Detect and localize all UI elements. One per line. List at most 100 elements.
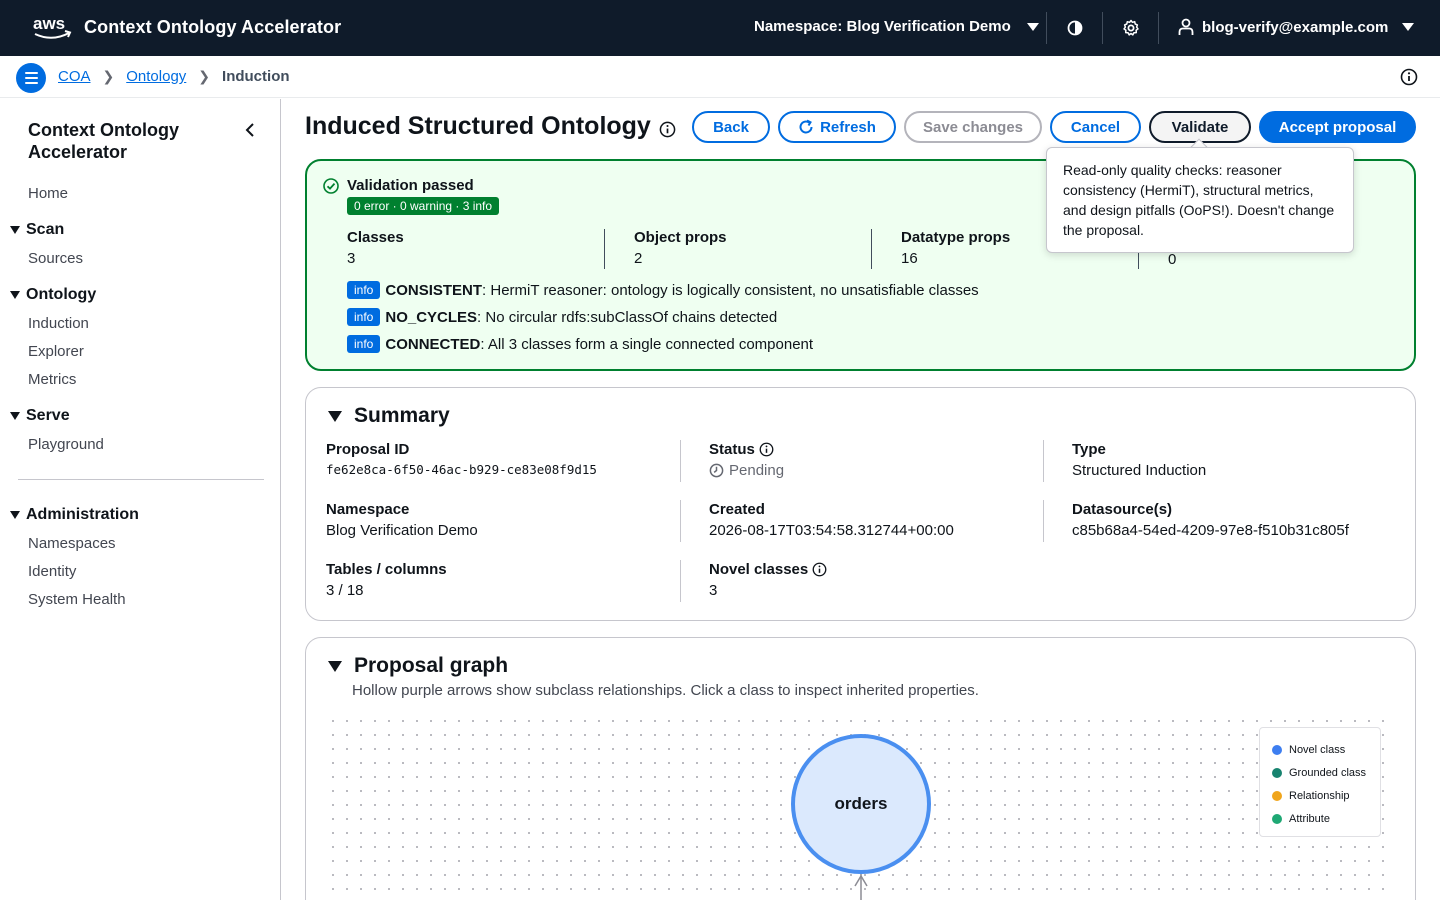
summary-toggle[interactable]: Summary: [328, 404, 450, 428]
datasource-field: Datasource(s) c85b68a4-54ed-4209-97e8-f5…: [1072, 501, 1349, 539]
summary-container: Summary Proposal ID fe62e8ca-6f50-46ac-b…: [305, 387, 1416, 621]
side-navigation: Context Ontology Accelerator Home Scan S…: [0, 99, 281, 900]
caret-down-icon: [10, 291, 20, 299]
field-label: Namespace: [326, 501, 410, 518]
page-title: Induced Structured Ontology: [305, 112, 676, 141]
status-value: Pending: [729, 462, 785, 479]
metric-label: Datatype props: [901, 229, 1011, 246]
divider: [1158, 12, 1159, 44]
refresh-button[interactable]: Refresh: [778, 111, 896, 143]
divider: [1102, 12, 1103, 44]
tables-field: Tables / columns 3 / 18: [326, 561, 447, 599]
chevron-right-icon: ❯: [198, 68, 211, 84]
graph-node-orders[interactable]: orders: [791, 734, 931, 874]
app-title[interactable]: Context Ontology Accelerator: [84, 17, 341, 38]
sidebar-divider: [18, 479, 264, 480]
aws-logo-icon[interactable]: aws: [32, 12, 74, 42]
namespace-select-label: Namespace: Blog Verification Demo: [754, 18, 1011, 35]
attribute-dot-icon: [1272, 813, 1282, 824]
top-navigation: aws Context Ontology Accelerator Namespa…: [0, 0, 1440, 56]
sidebar-item-sources[interactable]: Sources: [28, 250, 83, 267]
user-icon: [1178, 18, 1194, 35]
chevron-right-icon: ❯: [102, 68, 115, 84]
metric-value: 3: [347, 250, 356, 267]
info-badge: info: [347, 308, 381, 326]
datasource-value: c85b68a4-54ed-4209-97e8-f510b31c805f: [1072, 522, 1349, 539]
divider: [604, 229, 605, 269]
namespace-field: Namespace Blog Verification Demo: [326, 501, 478, 539]
grounded-class-dot-icon: [1272, 767, 1282, 778]
info-badge: info: [347, 335, 381, 353]
caret-down-icon: [328, 410, 342, 422]
sidebar-item-home[interactable]: Home: [28, 185, 68, 202]
info-icon[interactable]: [659, 121, 676, 138]
novel-classes-value: 3: [709, 582, 718, 599]
info-icon[interactable]: [759, 442, 774, 457]
created-field: Created 2026-08-17T03:54:58.312744+00:00: [709, 501, 954, 539]
check-code: CONNECTED: [385, 335, 481, 353]
check-row: info CONNECTED: All 3 classes form a sin…: [347, 335, 813, 353]
sidebar-item-metrics[interactable]: Metrics: [28, 371, 76, 388]
novel-classes-label: Novel classes: [709, 561, 809, 578]
legend-item: Novel class: [1272, 738, 1368, 761]
cancel-button[interactable]: Cancel: [1050, 111, 1141, 143]
accept-proposal-button[interactable]: Accept proposal: [1259, 111, 1416, 143]
validate-tooltip: Read-only quality checks: reasoner consi…: [1046, 147, 1354, 253]
sidebar-item-induction[interactable]: Induction: [28, 315, 89, 332]
metric-object-props: Object props 2: [634, 229, 727, 271]
metric-label: Object props: [634, 229, 727, 246]
collapse-sidebar-icon[interactable]: [244, 123, 256, 137]
success-check-icon: [323, 177, 339, 194]
validate-button[interactable]: Validate: [1149, 111, 1251, 143]
status-badge: Pending: [709, 462, 784, 479]
theme-toggle-icon[interactable]: [1065, 18, 1085, 38]
legend-item: Grounded class: [1272, 761, 1368, 784]
sidebar-item-system-health[interactable]: System Health: [28, 591, 126, 608]
legend-label: Novel class: [1289, 743, 1346, 756]
sidebar-section-ontology[interactable]: Ontology: [10, 286, 96, 304]
divider: [1043, 440, 1044, 482]
user-email: blog-verify@example.com: [1202, 18, 1389, 36]
legend-item: Relationship: [1272, 784, 1368, 807]
field-label: Type: [1072, 441, 1106, 458]
divider: [680, 500, 681, 542]
sidebar-section-label: Serve: [26, 407, 70, 424]
namespace-select[interactable]: Namespace: Blog Verification Demo: [754, 18, 1039, 35]
proposal-graph-description: Hollow purple arrows show subclass relat…: [352, 682, 979, 699]
validation-count-badge: 0 error · 0 warning · 3 info: [347, 197, 500, 215]
sidebar-title[interactable]: Context Ontology Accelerator: [28, 119, 228, 163]
sidebar-section-label: Ontology: [26, 286, 97, 303]
breadcrumb-link-ontology[interactable]: Ontology: [126, 68, 186, 85]
sidebar-section-administration[interactable]: Administration: [10, 506, 139, 524]
info-icon[interactable]: [812, 562, 827, 577]
metric-value: 2: [634, 250, 643, 267]
metric-classes: Classes 3: [347, 229, 404, 271]
namespace-value: Blog Verification Demo: [326, 522, 478, 539]
subclass-edge[interactable]: [851, 874, 871, 900]
check-text: : All 3 classes form a single connected …: [480, 335, 814, 353]
user-menu[interactable]: blog-verify@example.com: [1178, 18, 1415, 36]
proposal-graph-container: Proposal graph Hollow purple arrows show…: [305, 637, 1416, 900]
divider: [871, 229, 872, 269]
back-button[interactable]: Back: [692, 111, 770, 143]
sidebar-section-label: Scan: [26, 221, 65, 238]
proposal-graph-heading: Proposal graph: [354, 654, 509, 677]
save-changes-button[interactable]: Save changes: [904, 111, 1042, 143]
caret-down-icon: [328, 660, 342, 672]
novel-class-dot-icon: [1272, 744, 1282, 755]
relationship-dot-icon: [1272, 790, 1282, 801]
sidebar-section-serve[interactable]: Serve: [10, 407, 70, 425]
sidebar-item-namespaces[interactable]: Namespaces: [28, 535, 116, 552]
caret-down-icon: [10, 511, 20, 519]
settings-gear-icon[interactable]: [1121, 18, 1141, 38]
sidebar-item-explorer[interactable]: Explorer: [28, 343, 84, 360]
legend-label: Attribute: [1289, 812, 1330, 825]
svg-text:aws: aws: [33, 14, 65, 33]
proposal-graph-toggle[interactable]: Proposal graph: [328, 654, 508, 678]
sidebar-item-playground[interactable]: Playground: [28, 436, 104, 453]
hamburger-menu-icon[interactable]: [16, 63, 46, 93]
breadcrumb-link-coa[interactable]: COA: [58, 68, 91, 85]
info-icon[interactable]: [1400, 68, 1418, 86]
sidebar-section-scan[interactable]: Scan: [10, 221, 64, 239]
sidebar-item-identity[interactable]: Identity: [28, 563, 76, 580]
